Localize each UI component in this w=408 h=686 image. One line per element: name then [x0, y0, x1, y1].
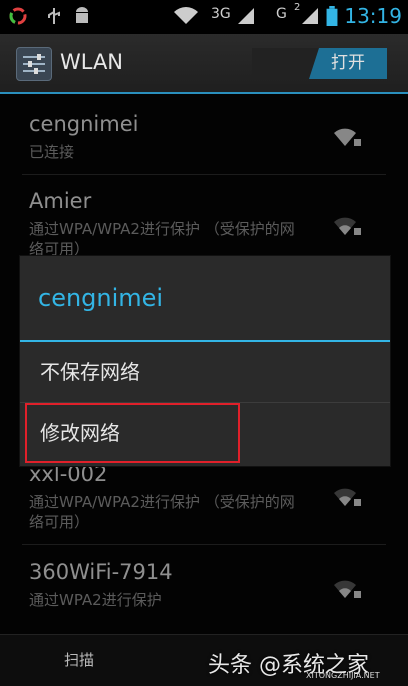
- page-title: WLAN: [60, 50, 124, 74]
- bottom-action-bar: 扫描 头条 @系统之家 XITONGZHIJIA.NET: [0, 634, 408, 686]
- watermark-url: XITONGZHIJIA.NET: [306, 671, 380, 680]
- forget-network-option[interactable]: 不保存网络: [20, 343, 390, 401]
- signal-3g-icon: [238, 8, 254, 24]
- signal-g-icon: [302, 8, 318, 24]
- highlight-box: [25, 403, 240, 463]
- scan-button[interactable]: 扫描: [64, 649, 94, 670]
- android-debug-icon: [76, 7, 88, 23]
- toggle-on-label: 打开: [309, 48, 387, 79]
- network-3g-label: 3G: [211, 6, 231, 22]
- dialog-title: cengnimei: [38, 284, 164, 312]
- battery-icon: [326, 6, 338, 26]
- network-g-label: G: [276, 6, 287, 22]
- status-bar: 3G G 2 13:19: [0, 0, 408, 34]
- clock: 13:19: [344, 4, 402, 28]
- sync-icon: [9, 7, 27, 25]
- wifi-status-icon: [174, 7, 198, 24]
- wlan-toggle[interactable]: 打开: [252, 48, 387, 79]
- settings-app-icon[interactable]: [16, 47, 52, 81]
- dialog-title-divider: [20, 340, 390, 342]
- usb-icon: [48, 8, 60, 24]
- action-bar: WLAN 打开: [0, 34, 408, 94]
